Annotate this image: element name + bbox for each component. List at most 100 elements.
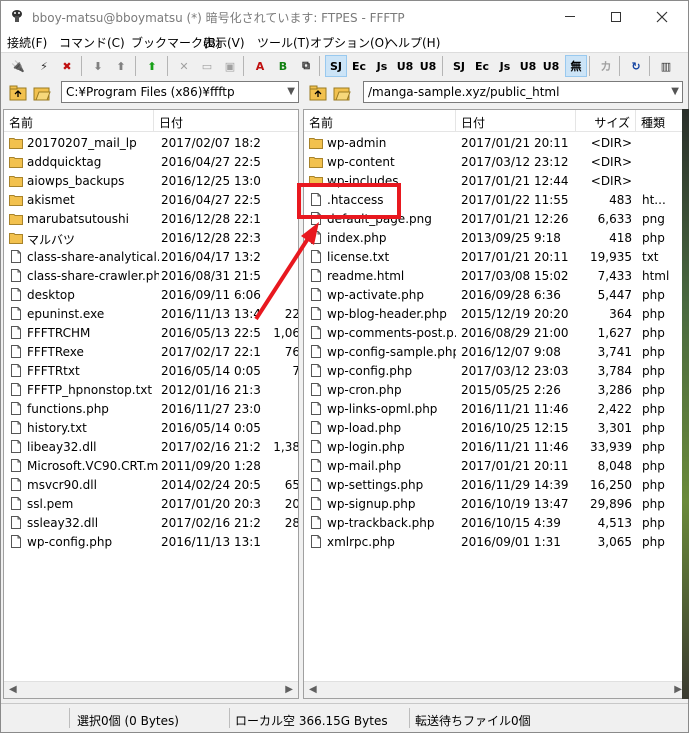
table-row[interactable]: wp-links-opml.php 2016/11/21 11:46 2,422 ph… <box>304 400 687 419</box>
table-row[interactable]: wp-mail.php 2017/01/21 20:11 8,048 php <box>304 457 687 476</box>
euc-remote-icon[interactable]: Ec <box>348 55 370 77</box>
table-row[interactable]: マルバツ 2016/12/28 22:33 <box>4 229 298 248</box>
table-row[interactable]: wp-signup.php 2016/10/19 13:47 29,896 php <box>304 495 687 514</box>
menu-item-6[interactable]: ヘルプ(H) <box>386 34 440 51</box>
utf8bom-local-icon[interactable]: U8 <box>540 55 562 77</box>
open-folder-icon[interactable] <box>33 84 51 101</box>
table-row[interactable]: FFFTRexe 2017/02/17 22:12 76 <box>4 343 298 362</box>
mkdir-icon[interactable]: ▣ <box>219 55 241 77</box>
chevron-down-icon[interactable]: ▼ <box>287 86 295 97</box>
table-row[interactable]: addquicktag 2016/04/27 22:50 <box>4 153 298 172</box>
table-row[interactable]: akismet 2016/04/27 22:53 <box>4 191 298 210</box>
table-row[interactable]: wp-content 2017/03/12 23:12 <DIR> <box>304 153 687 172</box>
remote-path-field[interactable]: /manga-sample.xyz/public_html ▼ <box>363 81 683 103</box>
table-row[interactable]: FFFTRCHM 2016/05/13 22:58 1,06 <box>4 324 298 343</box>
table-row[interactable]: wp-admin 2017/01/21 20:11 <DIR> <box>304 134 687 153</box>
menu-item-3[interactable]: 表示(V) <box>203 34 245 51</box>
table-row[interactable]: wp-comments-post.p... 2016/08/29 21:00 1,6… <box>304 324 687 343</box>
table-row[interactable]: functions.php 2016/11/27 23:01 <box>4 400 298 419</box>
table-row[interactable]: license.txt 2017/01/21 20:11 19,935 txt <box>304 248 687 267</box>
local-horizontal-scrollbar[interactable]: ◀ ▶ <box>4 681 298 698</box>
jis-remote-icon[interactable]: Js <box>371 55 393 77</box>
minimize-button[interactable] <box>547 1 593 32</box>
chevron-down-icon[interactable]: ▼ <box>671 86 679 97</box>
folder-icon <box>309 138 323 149</box>
menu-item-0[interactable]: 接続(F) <box>7 34 47 51</box>
table-row[interactable]: wp-load.php 2016/10/25 12:15 3,301 php <box>304 419 687 438</box>
remote-column-size[interactable]: サイズ <box>576 110 636 132</box>
remote-column-kind[interactable]: 種類 <box>636 110 687 132</box>
remote-column-date[interactable]: 日付 <box>456 110 576 132</box>
maximize-button[interactable] <box>593 1 639 32</box>
title-bar[interactable]: bboy-matsu@bboymatsu (*) 暗号化されています: FTPE… <box>1 1 688 32</box>
rename-icon[interactable]: ▭ <box>196 55 218 77</box>
table-row[interactable]: Microsoft.VC90.CRT.m... 2011/09/20 1:28 <box>4 457 298 476</box>
utf8-remote-icon[interactable]: U8 <box>394 55 416 77</box>
table-row[interactable]: aiowps_backups 2016/12/25 13:06 <box>4 172 298 191</box>
menu-item-1[interactable]: コマンド(C) <box>59 34 125 51</box>
close-button[interactable] <box>639 1 685 32</box>
sjis-local-icon[interactable]: SJ <box>448 55 470 77</box>
open-folder-icon[interactable] <box>333 84 351 101</box>
remote-column-name[interactable]: 名前 <box>304 110 456 132</box>
table-row[interactable]: msvcr90.dll 2014/02/24 20:53 65 <box>4 476 298 495</box>
table-row[interactable]: marubatsutoushi 2016/12/28 22:19 <box>4 210 298 229</box>
binary-mode-icon[interactable]: B <box>272 55 294 77</box>
table-row[interactable]: readme.html 2017/03/08 15:02 7,433 html <box>304 267 687 286</box>
scroll-right-icon[interactable]: ▶ <box>285 684 293 695</box>
parent-folder-icon[interactable] <box>9 84 27 101</box>
table-row[interactable]: wp-config.php 2017/03/12 23:03 3,784 php <box>304 362 687 381</box>
connect-icon[interactable]: 🔌 <box>7 55 29 77</box>
table-row[interactable]: wp-activate.php 2016/09/28 6:36 5,447 php <box>304 286 687 305</box>
table-row[interactable]: wp-blog-header.php 2015/12/19 20:20 364 php <box>304 305 687 324</box>
menu-item-4[interactable]: ツール(T) <box>257 34 310 51</box>
table-row[interactable]: wp-config-sample.php 2016/12/07 9:08 3,741… <box>304 343 687 362</box>
remote-horizontal-scrollbar[interactable]: ◀ ▶ <box>304 681 687 698</box>
download-icon[interactable]: ⬇ <box>87 55 109 77</box>
disconnect-icon[interactable]: ✖ <box>56 55 78 77</box>
file-kind: php <box>642 326 665 340</box>
table-row[interactable]: FFFTP_hpnonstop.txt 2012/01/16 21:31 <box>4 381 298 400</box>
scroll-left-icon[interactable]: ◀ <box>9 684 17 695</box>
quick-connect-icon[interactable]: ⚡ <box>33 55 55 77</box>
table-row[interactable]: epuninst.exe 2016/11/13 13:48 22 <box>4 305 298 324</box>
local-path-field[interactable]: C:¥Program Files (x86)¥ffftp ▼ <box>61 81 299 103</box>
table-row[interactable]: 20170207_mail_lp 2017/02/07 18:28 <box>4 134 298 153</box>
utf8bom-remote-icon[interactable]: U8 <box>417 55 439 77</box>
refresh-icon[interactable]: ↻ <box>625 55 647 77</box>
table-row[interactable]: FFFTRtxt 2016/05/14 0:057 <box>4 362 298 381</box>
local-column-name[interactable]: 名前 <box>4 110 154 132</box>
local-file-list[interactable]: 名前 日付 20170207_mail_lp 2017/02/07 18:28 ad… <box>3 109 299 699</box>
upload-icon[interactable]: ⬆ <box>110 55 132 77</box>
parent-folder-icon[interactable] <box>309 84 327 101</box>
table-row[interactable]: desktop 2016/09/11 6:06 <box>4 286 298 305</box>
table-row[interactable]: ssleay32.dll 2017/02/16 21:28 28 <box>4 514 298 533</box>
jis-local-icon[interactable]: Js <box>494 55 516 77</box>
scroll-left-icon[interactable]: ◀ <box>309 684 317 695</box>
table-row[interactable]: wp-settings.php 2016/11/29 14:39 16,250 php <box>304 476 687 495</box>
ascii-mode-icon[interactable]: A <box>249 55 271 77</box>
local-column-date[interactable]: 日付 <box>154 110 298 132</box>
table-row[interactable]: wp-login.php 2016/11/21 11:46 33,939 php <box>304 438 687 457</box>
no-convert-icon[interactable]: 無 <box>565 55 587 77</box>
menu-item-5[interactable]: オプション(O) <box>310 34 389 51</box>
kana-convert-icon[interactable]: カ <box>595 55 617 77</box>
table-row[interactable]: ssl.pem 2017/01/20 20:32 20 <box>4 495 298 514</box>
delete-icon[interactable]: ✕ <box>173 55 195 77</box>
table-row[interactable]: wp-config.php 2016/11/13 13:10 <box>4 533 298 552</box>
utf8-local-icon[interactable]: U8 <box>517 55 539 77</box>
table-row[interactable]: index.php 2013/09/25 9:18 418 php <box>304 229 687 248</box>
auto-mode-icon[interactable]: ⧉ <box>295 55 317 77</box>
euc-local-icon[interactable]: Ec <box>471 55 493 77</box>
table-row[interactable]: wp-trackback.php 2016/10/15 4:39 4,513 php <box>304 514 687 533</box>
table-row[interactable]: history.txt 2016/05/14 0:05 <box>4 419 298 438</box>
sjis-remote-icon[interactable]: SJ <box>325 55 347 77</box>
table-row[interactable]: class-share-crawler.php 2016/08/31 21:58 <box>4 267 298 286</box>
list-view-icon[interactable]: ▥ <box>655 55 677 77</box>
table-row[interactable]: xmlrpc.php 2016/09/01 1:31 3,065 php <box>304 533 687 552</box>
table-row[interactable]: wp-cron.php 2015/05/25 2:26 3,286 php <box>304 381 687 400</box>
mirror-upload-icon[interactable]: ⬆ <box>141 55 163 77</box>
scroll-right-icon[interactable]: ▶ <box>674 684 682 695</box>
table-row[interactable]: class-share-analytical... 2016/04/17 13:2… <box>4 248 298 267</box>
table-row[interactable]: libeay32.dll 2017/02/16 21:27 1,38 <box>4 438 298 457</box>
